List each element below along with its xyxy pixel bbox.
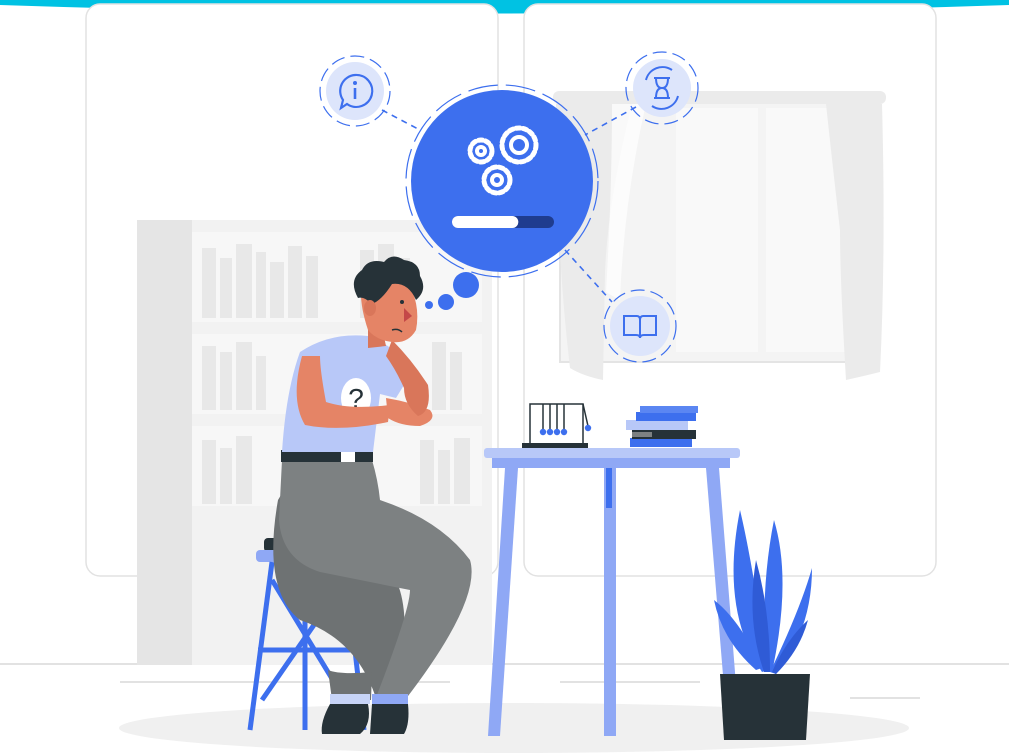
floor-lines bbox=[0, 663, 1009, 699]
illustration-scene: ? bbox=[0, 0, 1009, 753]
plant-pot bbox=[720, 674, 810, 740]
book-stack bbox=[626, 406, 698, 447]
loading-progress-fill bbox=[452, 216, 519, 228]
loading-progress-bar bbox=[452, 216, 554, 228]
window bbox=[553, 91, 886, 380]
